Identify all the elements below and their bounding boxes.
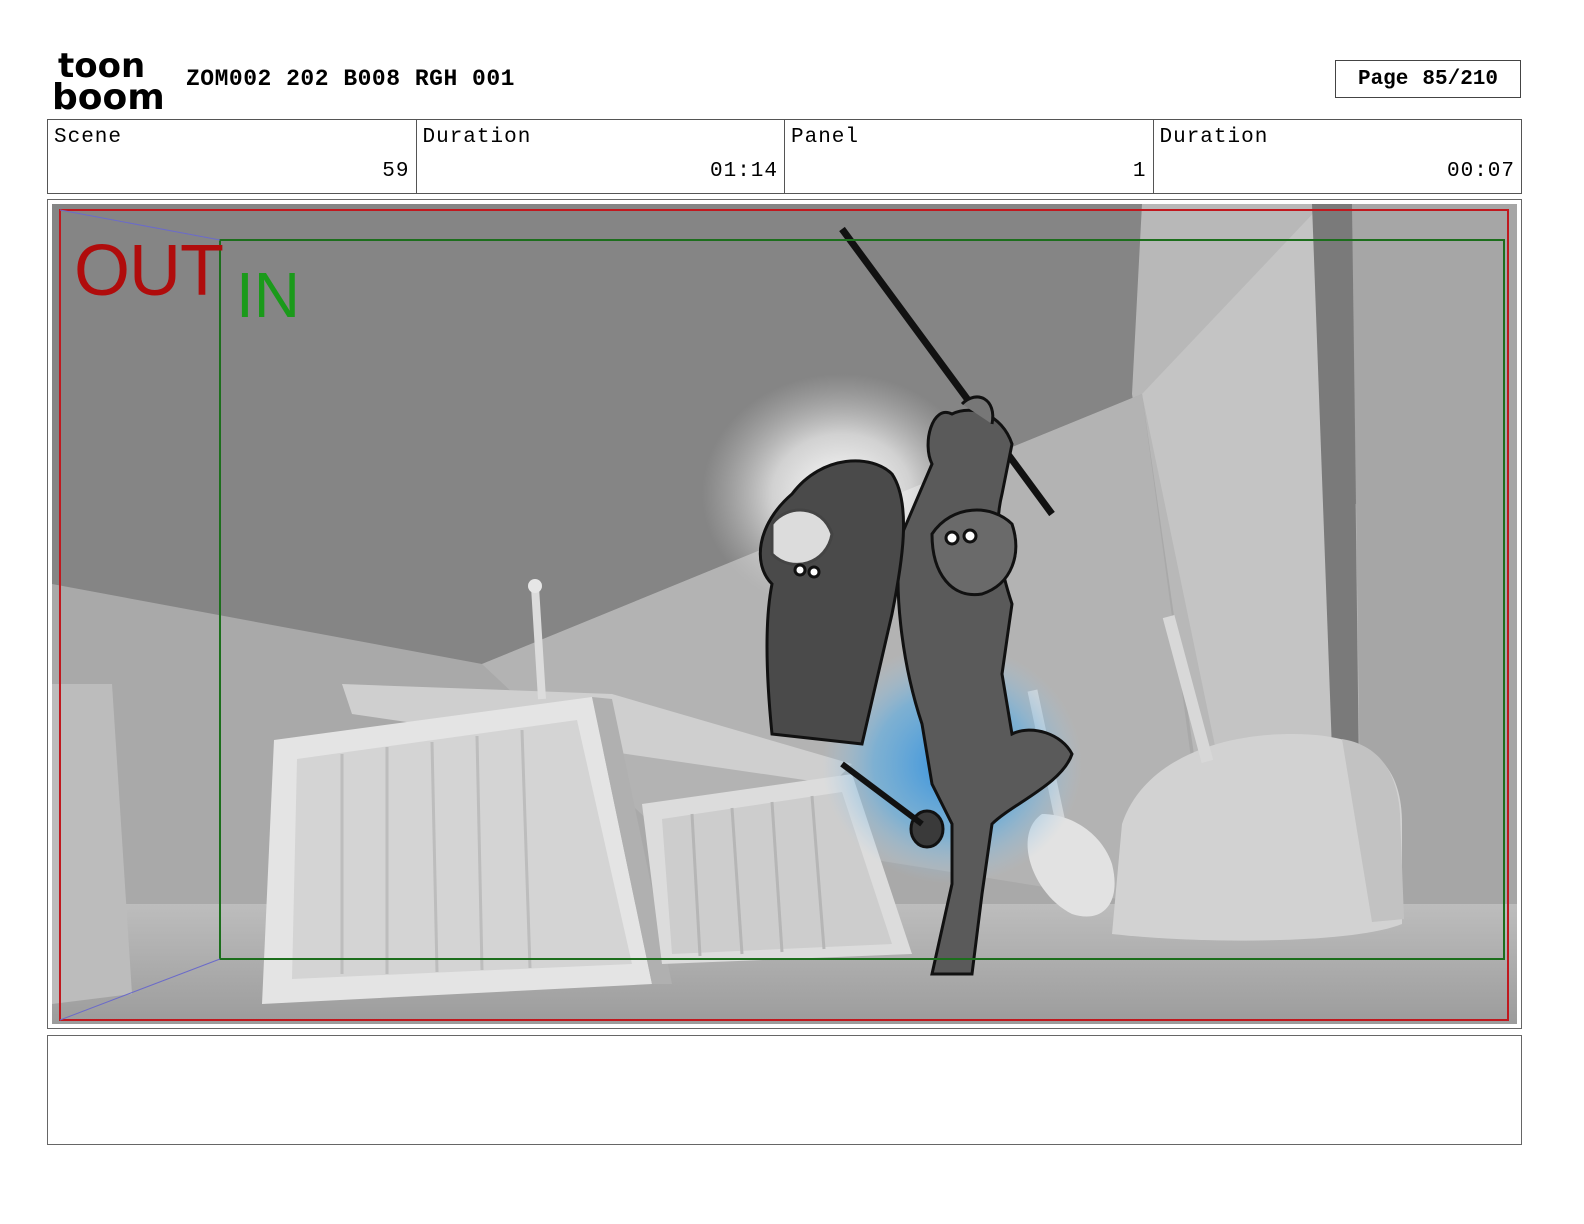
scene-info-table: Scene 59 Duration 01:14 Panel 1 Duration… <box>47 119 1522 194</box>
panel-duration-cell: Duration 00:07 <box>1152 120 1522 193</box>
panel-label: Panel <box>791 126 860 149</box>
page-label: Page <box>1357 67 1409 91</box>
page-number: 85/210 <box>1422 67 1499 91</box>
panel-duration-value: 00:07 <box>1446 160 1515 183</box>
document-title: ZOM002 202 B008 RGH 001 <box>186 66 515 92</box>
scene-duration-label: Duration <box>422 126 532 149</box>
logo-top-word: toon <box>58 50 145 81</box>
out-frame-label: OUT <box>74 231 224 311</box>
svg-text:toon: toon <box>58 50 145 81</box>
scene-label: Scene <box>54 126 123 149</box>
in-frame-label: IN <box>236 259 300 331</box>
panel-value: 1 <box>1132 160 1147 183</box>
scene-cell: Scene 59 <box>48 120 416 193</box>
toon-boom-logo: toon boom <box>52 50 164 112</box>
page-indicator: Page 85/210 <box>1335 60 1521 98</box>
large-crate <box>262 697 672 1004</box>
scene-duration-value: 01:14 <box>709 160 778 183</box>
antenna-tip <box>528 579 542 593</box>
panel-notes-box[interactable] <box>47 1035 1522 1145</box>
panel-duration-label: Duration <box>1159 126 1269 149</box>
panel-cell: Panel 1 <box>784 120 1153 193</box>
storyboard-panel: OUT IN <box>47 199 1522 1029</box>
panel-artwork: OUT IN <box>52 204 1517 1024</box>
logo-bottom-word: boom <box>52 81 164 112</box>
scene-value: 59 <box>382 160 410 183</box>
svg-text:boom: boom <box>52 81 164 112</box>
scene-duration-cell: Duration 01:14 <box>415 120 785 193</box>
